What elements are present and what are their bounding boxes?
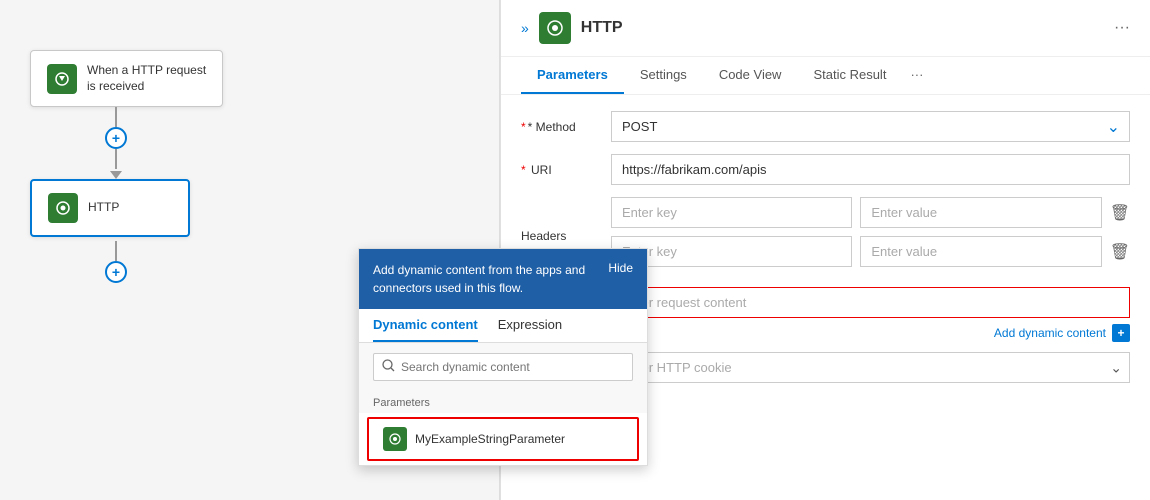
- trigger-node-label: When a HTTP requestis received: [87, 63, 206, 94]
- popup-hide-link[interactable]: Hide: [608, 261, 633, 275]
- connector-line-2: [115, 149, 117, 169]
- bottom-line: [115, 241, 117, 261]
- cookie-collapse-icon[interactable]: ⌄: [1110, 359, 1122, 376]
- connector-line-1: [115, 107, 117, 127]
- flow-canvas: When a HTTP requestis received + HTTP + …: [0, 0, 500, 500]
- parameter-item[interactable]: MyExampleStringParameter: [367, 417, 639, 461]
- parameter-item-label: MyExampleStringParameter: [415, 432, 565, 446]
- panel-header-left: » HTTP: [521, 12, 623, 44]
- cookie-input[interactable]: [611, 352, 1130, 383]
- tab-parameters[interactable]: Parameters: [521, 57, 624, 94]
- tab-code-view[interactable]: Code View: [703, 57, 798, 94]
- method-select[interactable]: POST GET PUT DELETE: [611, 111, 1130, 142]
- uri-row: * URI: [521, 154, 1130, 185]
- tab-more[interactable]: ···: [902, 57, 931, 94]
- popup-search-area: [359, 343, 647, 391]
- connector-1: +: [105, 107, 127, 179]
- header-value-2[interactable]: [860, 236, 1101, 267]
- method-control: POST GET PUT DELETE ⌄: [611, 111, 1130, 142]
- parameter-item-icon: [383, 427, 407, 451]
- bottom-connector: +: [105, 241, 127, 283]
- search-box: [373, 353, 633, 381]
- dynamic-content-popup: Add dynamic content from the apps and co…: [358, 248, 648, 466]
- http-node-icon: [48, 193, 78, 223]
- connector-arrow-1: [110, 171, 122, 179]
- popup-tabs: Dynamic content Expression: [359, 309, 647, 343]
- cookie-control: ⌄: [611, 352, 1130, 383]
- method-label: ** Method: [521, 120, 601, 134]
- search-input[interactable]: [401, 360, 624, 374]
- popup-header: Add dynamic content from the apps and co…: [359, 249, 647, 309]
- panel-title: HTTP: [581, 19, 623, 37]
- uri-control: [611, 154, 1130, 185]
- header-value-1[interactable]: [860, 197, 1101, 228]
- add-dynamic-link[interactable]: Add dynamic content: [994, 326, 1106, 340]
- popup-section-label: Parameters: [359, 391, 647, 413]
- http-node[interactable]: HTTP: [30, 179, 190, 237]
- header-delete-1[interactable]: 🗑: [1110, 203, 1130, 223]
- body-input[interactable]: [611, 287, 1130, 318]
- panel-title-icon: [539, 12, 571, 44]
- flow-container: When a HTTP requestis received + HTTP +: [30, 50, 223, 283]
- headers-row-1: 🗑: [611, 197, 1130, 228]
- add-step-button-1[interactable]: +: [105, 127, 127, 149]
- expand-icon[interactable]: »: [521, 20, 529, 36]
- add-step-button-2[interactable]: +: [105, 261, 127, 283]
- http-node-label: HTTP: [88, 200, 119, 216]
- headers-row-2: 🗑: [611, 236, 1130, 267]
- dynamic-content-tab[interactable]: Dynamic content: [373, 309, 478, 342]
- tab-static-result[interactable]: Static Result: [797, 57, 902, 94]
- panel-more-button[interactable]: ···: [1114, 19, 1130, 37]
- headers-control: 🗑 🗑: [611, 197, 1130, 275]
- add-dynamic-button[interactable]: +: [1112, 324, 1130, 342]
- headers-label: Headers: [521, 229, 601, 243]
- queries-control: [611, 287, 1130, 318]
- panel-tabs: Parameters Settings Code View Static Res…: [501, 57, 1150, 95]
- method-required: *: [521, 120, 526, 134]
- popup-header-text: Add dynamic content from the apps and co…: [373, 261, 600, 297]
- expression-tab[interactable]: Expression: [498, 309, 562, 342]
- header-key-1[interactable]: [611, 197, 852, 228]
- uri-label: * URI: [521, 163, 601, 177]
- uri-input[interactable]: [611, 154, 1130, 185]
- uri-required: *: [521, 163, 526, 177]
- tab-settings[interactable]: Settings: [624, 57, 703, 94]
- trigger-node[interactable]: When a HTTP requestis received: [30, 50, 223, 107]
- trigger-node-icon: [47, 64, 77, 94]
- search-icon: [382, 359, 395, 375]
- method-row: ** Method POST GET PUT DELETE ⌄: [521, 111, 1130, 142]
- panel-header: » HTTP ···: [501, 0, 1150, 57]
- header-delete-2[interactable]: 🗑: [1110, 242, 1130, 262]
